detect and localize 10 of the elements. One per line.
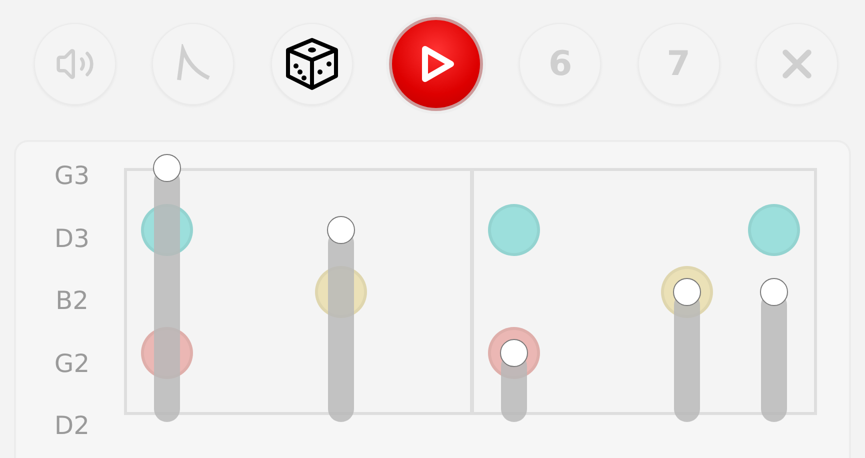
slider-thumb[interactable] [153,154,182,182]
slider-thumb[interactable] [326,216,355,244]
pitch-label: D2 [53,411,91,441]
slider-thumb[interactable] [760,278,788,306]
play-button[interactable] [388,17,483,111]
pitch-label: G3 [53,161,91,191]
dice-icon [284,36,340,92]
pitch-label: G2 [53,348,91,378]
pitch-label: B2 [54,286,90,316]
pitch-label: D3 [53,224,91,254]
